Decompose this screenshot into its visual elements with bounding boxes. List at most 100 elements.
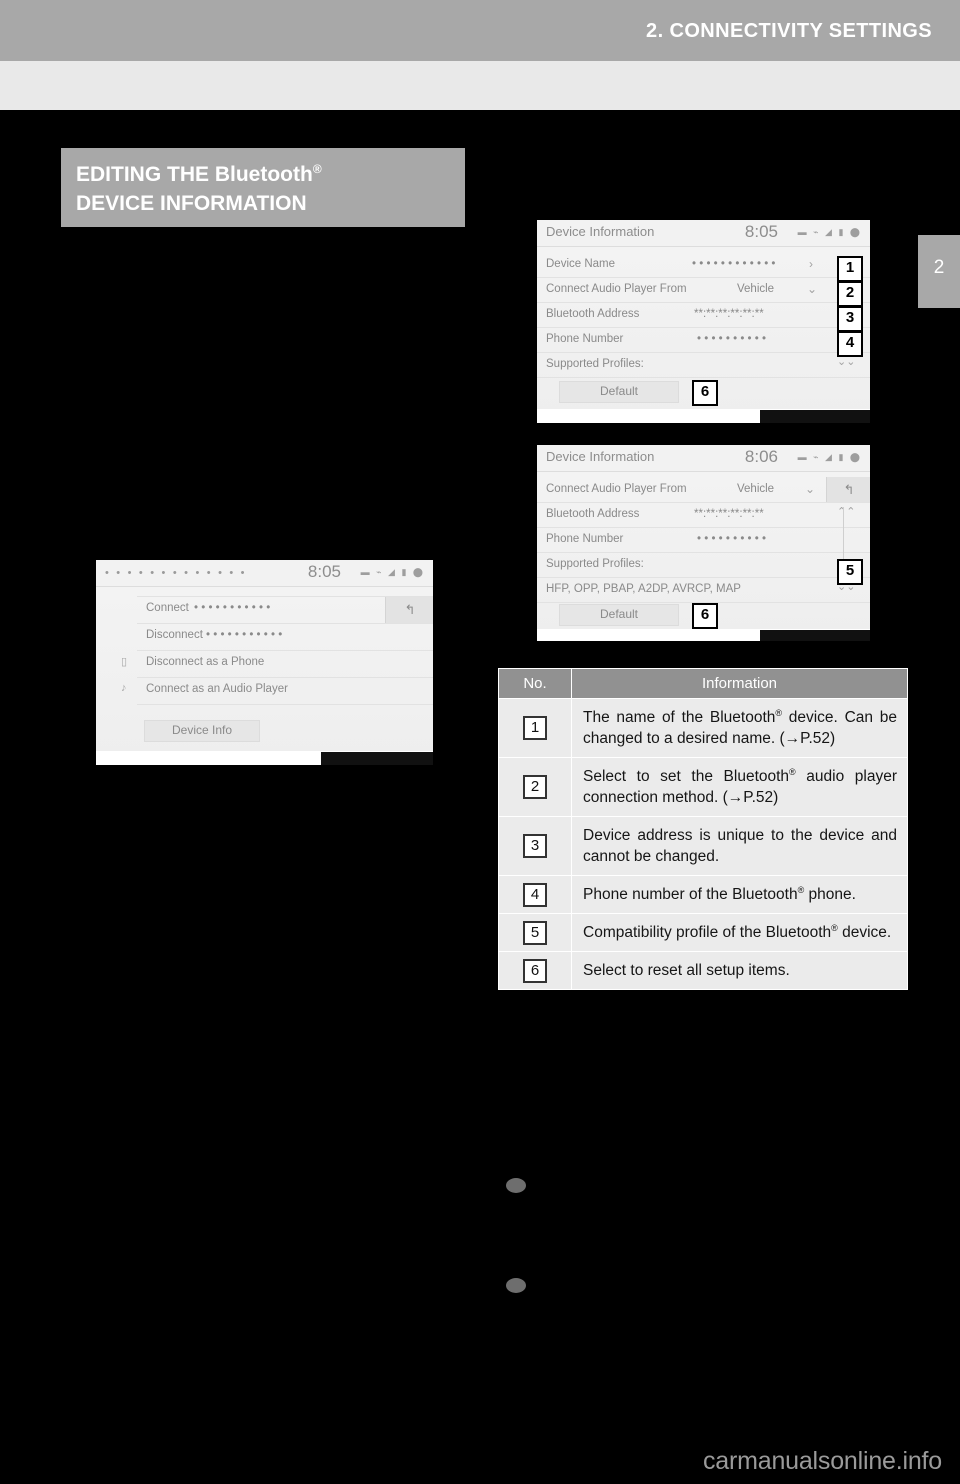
table-cell-no: 1 [498, 698, 572, 758]
list-divider-4 [137, 704, 433, 705]
callout-6: 6 [692, 603, 718, 629]
menu-item-connect[interactable]: Connect • • • • • • • • • • • [96, 597, 433, 623]
chapter-header-band: 2. CONNECTIVITY SETTINGS [0, 0, 960, 61]
field-bluetooth-address-label: Bluetooth Address [546, 308, 640, 320]
table-header-no: No. [498, 668, 572, 699]
status-bar: Device Information 8:06 ▬ ⌁ ◢ ▮ ⬤ [537, 445, 870, 472]
subheader-band [0, 61, 960, 110]
status-bar-system-icons: ▬ ⌁ ◢ ▮ ⬤ [797, 452, 862, 462]
table-row: 5 Compatibility profile of the Bluetooth… [498, 913, 908, 952]
field-phone-number: Phone Number • • • • • • • • • • [537, 327, 870, 353]
menu-item-disconnect-as-phone-label: Disconnect as a Phone [146, 656, 265, 668]
menu-item-connect-as-audio-player-label: Connect as an Audio Player [146, 683, 288, 695]
status-bar-system-icons: ▬ ⌁ ◢ ▮ ⬤ [797, 227, 862, 237]
music-note-icon: ♪ [121, 682, 127, 694]
section-heading-line-1-text: EDITING THE Bluetooth [76, 163, 313, 186]
menu-item-disconnect-as-phone[interactable]: ▯ Disconnect as a Phone [96, 651, 433, 677]
field-phone-number-label: Phone Number [546, 533, 624, 545]
registered-mark-icon: ® [312, 162, 322, 176]
field-supported-profiles: Supported Profiles: [537, 552, 870, 578]
numbox-3: 3 [523, 834, 547, 858]
menu-item-connect-as-audio-player[interactable]: ♪ Connect as an Audio Player [96, 678, 433, 704]
screenshot-device-menu-canvas: • • • • • • • • • • • • • 8:05 ▬ ⌁ ◢ ▮ ⬤… [96, 560, 433, 765]
field-phone-number-value: • • • • • • • • • • [697, 533, 767, 545]
field-bluetooth-address-value: **:**:**:**:**:** [694, 508, 764, 520]
field-supported-profiles-label: Supported Profiles: [546, 358, 644, 370]
menu-item-connect-label: Connect [146, 602, 189, 614]
device-info-button[interactable]: Device Info [144, 720, 260, 742]
screenshot-caption-redacted [760, 630, 870, 641]
info-text-a: Phone number of the Bluetooth [583, 886, 798, 903]
numbox-6: 6 [523, 958, 547, 983]
callout-5: 5 [837, 559, 863, 585]
screenshot-caption-redacted [760, 410, 870, 423]
field-bluetooth-address-value: **:**:**:**:**:** [694, 308, 764, 320]
note-bullet-1 [506, 1178, 526, 1193]
screenshot-device-menu: • • • • • • • • • • • • • 8:05 ▬ ⌁ ◢ ▮ ⬤… [96, 560, 433, 765]
table-cell-information: Select to set the Bluetooth® audio playe… [571, 757, 908, 817]
table-cell-information: Device address is unique to the device a… [571, 816, 908, 876]
field-phone-number: Phone Number • • • • • • • • • • [537, 527, 870, 553]
info-text-a: Compatibility profile of the Bluetooth [583, 924, 832, 941]
chapter-tab: 2 [918, 235, 960, 308]
table-header-information: Information [571, 668, 908, 699]
status-bar-device-name: • • • • • • • • • • • • • [105, 567, 247, 579]
menu-item-disconnect-label: Disconnect [146, 629, 203, 641]
info-text-a: Device address is unique to the device a… [583, 827, 897, 865]
section-heading-line-1: EDITING THE Bluetooth® [76, 160, 465, 189]
field-device-name-value: • • • • • • • • • • • • [692, 258, 776, 270]
chevron-double-up-icon[interactable]: ⌃⌃ [837, 505, 855, 518]
callout-4: 4 [837, 331, 863, 357]
registered-mark-icon: ® [789, 766, 796, 777]
field-phone-number-value: • • • • • • • • • • [697, 333, 767, 345]
table-cell-information: Phone number of the Bluetooth® phone. [571, 875, 908, 914]
section-heading-line-2: DEVICE INFORMATION [76, 192, 307, 215]
menu-item-disconnect[interactable]: Disconnect • • • • • • • • • • • [96, 624, 433, 650]
chevron-down-icon: ⌄ [807, 282, 818, 296]
page-root: 2. CONNECTIVITY SETTINGS 2 EDITING THE B… [0, 0, 960, 1484]
field-profile-list: HFP, OPP, PBAP, A2DP, AVRCP, MAP ⌄⌄ [537, 577, 870, 603]
information-table: No. Information 1 The name of the Blueto… [498, 668, 908, 990]
chevron-down-icon: ⌄ [805, 482, 816, 496]
callout-3: 3 [837, 306, 863, 332]
info-text-a: Select to reset all setup items. [583, 962, 790, 979]
field-supported-profiles[interactable]: Supported Profiles: ⌄⌄ [537, 352, 870, 378]
numbox-5: 5 [523, 920, 547, 945]
table-cell-no: 3 [498, 816, 572, 876]
note-bullet-2 [506, 1278, 526, 1293]
table-cell-no: 6 [498, 951, 572, 990]
field-connect-audio-player-from[interactable]: Connect Audio Player From Vehicle ⌄ [537, 277, 870, 303]
field-connect-audio-player-from[interactable]: Connect Audio Player From Vehicle ⌄ [537, 477, 870, 503]
default-button[interactable]: Default [559, 381, 679, 403]
info-text-a: Select to set the Bluetooth [583, 768, 790, 785]
table-cell-information: Select to reset all setup items. [571, 951, 908, 990]
table-cell-no: 4 [498, 875, 572, 914]
registered-mark-icon: ® [831, 922, 838, 933]
table-cell-information: The name of the Bluetooth® device. Can b… [571, 698, 908, 758]
table-header-row: No. Information [498, 668, 908, 699]
field-device-name[interactable]: Device Name • • • • • • • • • • • • › [537, 252, 870, 278]
numbox-1: 1 [523, 716, 547, 740]
back-button[interactable]: ↰ [826, 477, 870, 502]
field-device-name-label: Device Name [546, 258, 616, 270]
table-row: 4 Phone number of the Bluetooth® phone. [498, 875, 908, 914]
back-button[interactable]: ↰ [385, 597, 433, 623]
callout-6: 6 [692, 380, 718, 406]
callout-1: 1 [837, 256, 863, 282]
screenshot-caption-redacted [321, 752, 433, 765]
callout-2: 2 [837, 281, 863, 307]
numbox-4: 4 [523, 882, 547, 907]
table-cell-no: 2 [498, 757, 572, 817]
menu-item-disconnect-value: • • • • • • • • • • • [206, 629, 283, 641]
default-button[interactable]: Default [559, 604, 679, 626]
menu-item-connect-value: • • • • • • • • • • • [194, 602, 271, 614]
field-connect-audio-player-from-value: Vehicle [737, 483, 775, 495]
status-bar-system-icons: ▬ ⌁ ◢ ▮ ⬤ [360, 567, 425, 577]
status-bar: • • • • • • • • • • • • • 8:05 ▬ ⌁ ◢ ▮ ⬤ [96, 560, 433, 587]
field-phone-number-label: Phone Number [546, 333, 624, 345]
field-supported-profiles-label: Supported Profiles: [546, 558, 644, 570]
table-row: 3 Device address is unique to the device… [498, 816, 908, 876]
table-row: 2 Select to set the Bluetooth® audio pla… [498, 757, 908, 817]
info-text-b: device. [837, 924, 892, 941]
info-text-b: phone. [804, 886, 856, 903]
